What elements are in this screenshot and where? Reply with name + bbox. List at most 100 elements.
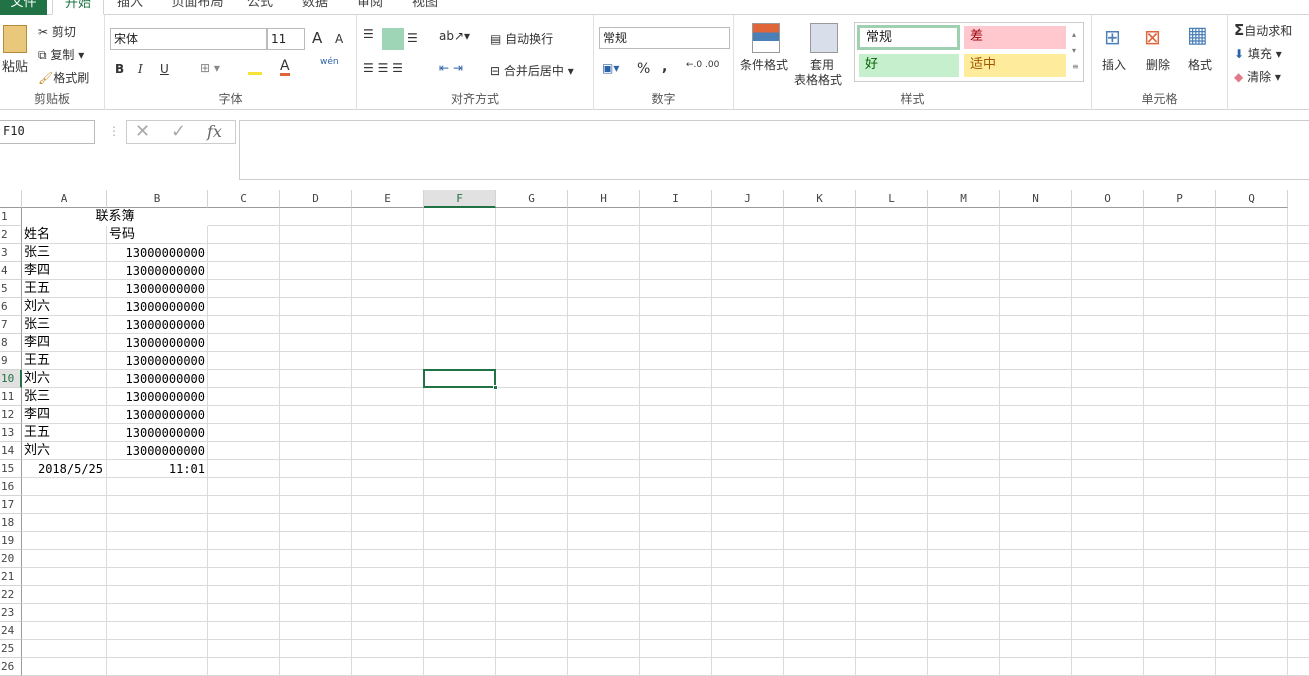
tab-4[interactable]: 公式 (235, 0, 285, 15)
column-header-A[interactable]: A (22, 190, 107, 208)
column-header-Q[interactable]: Q (1216, 190, 1288, 208)
row-header[interactable]: 24 (0, 622, 22, 640)
paste-button[interactable]: 粘贴 (2, 56, 28, 75)
format-painter-button[interactable]: 🖌格式刷 (38, 69, 89, 86)
row-header[interactable]: 2 (0, 226, 22, 244)
italic-button[interactable]: I (138, 62, 143, 76)
cell-a[interactable]: 张三 (24, 244, 106, 262)
row-header[interactable]: 19 (0, 532, 22, 550)
font-color-button[interactable]: A (280, 59, 290, 76)
top-align-button[interactable]: ☰ (363, 27, 374, 41)
conditional-format-button[interactable]: 条件格式 (740, 56, 788, 73)
copy-button[interactable]: ⧉ 复制 ▾ (38, 46, 84, 63)
shrink-font-button[interactable]: A (335, 32, 343, 46)
row-header[interactable]: 13 (0, 424, 22, 442)
column-header-B[interactable]: B (107, 190, 208, 208)
cell-a[interactable]: 王五 (24, 280, 106, 298)
cell-a[interactable]: 李四 (24, 334, 106, 352)
insert-function-button[interactable]: fx (207, 122, 222, 141)
fill-button[interactable]: ⬇ 填充 ▾ (1234, 45, 1282, 62)
indent-buttons[interactable]: ⇤ ⇥ (439, 61, 463, 75)
row-header[interactable]: 21 (0, 568, 22, 586)
row-header[interactable]: 6 (0, 298, 22, 316)
wrap-text-button[interactable]: ▤ 自动换行 (490, 30, 553, 47)
row-header[interactable]: 9 (0, 352, 22, 370)
row-header[interactable]: 3 (0, 244, 22, 262)
cell-b[interactable]: 13000000000 (109, 262, 207, 280)
row-header[interactable]: 20 (0, 550, 22, 568)
row-header[interactable]: 26 (0, 658, 22, 676)
cell-a[interactable]: 刘六 (24, 370, 106, 388)
delete-button[interactable]: 删除 (1146, 56, 1170, 73)
bold-button[interactable]: B (115, 62, 124, 76)
merge-center-button[interactable]: ⊟ 合并后居中 ▾ (490, 62, 574, 79)
column-header-K[interactable]: K (784, 190, 856, 208)
cell-b[interactable]: 13000000000 (109, 244, 207, 262)
row-header[interactable]: 4 (0, 262, 22, 280)
sheet-title-cell[interactable]: 联系簿 (22, 208, 208, 226)
column-header-F[interactable]: F (424, 190, 496, 208)
row-header[interactable]: 8 (0, 334, 22, 352)
cell-b[interactable]: 13000000000 (109, 424, 207, 442)
style-bad[interactable]: 差 (964, 26, 1066, 49)
cell-a[interactable]: 张三 (24, 388, 106, 406)
column-header-E[interactable]: E (352, 190, 424, 208)
row-header[interactable]: 12 (0, 406, 22, 424)
phonetic-button[interactable]: wén (320, 57, 339, 67)
column-header-D[interactable]: D (280, 190, 352, 208)
style-normal[interactable]: 常规 (857, 25, 960, 50)
column-header-L[interactable]: L (856, 190, 928, 208)
style-good[interactable]: 好 (859, 54, 959, 77)
cell-a[interactable]: 王五 (24, 424, 106, 442)
row-header[interactable]: 23 (0, 604, 22, 622)
align-left-button[interactable]: ☰ ☰ ☰ (363, 61, 403, 75)
row-header[interactable]: 16 (0, 478, 22, 496)
row-header[interactable]: 10 (0, 370, 22, 388)
tab-5[interactable]: 数据 (290, 0, 340, 15)
tab-1[interactable]: 开始 (52, 0, 104, 15)
style-neutral[interactable]: 适中 (964, 54, 1066, 77)
cell-b[interactable]: 13000000000 (109, 280, 207, 298)
middle-align-button[interactable] (382, 28, 404, 50)
number-format-select[interactable]: 常规 (599, 27, 730, 49)
row-header[interactable]: 17 (0, 496, 22, 514)
gallery-scroll[interactable]: ▴ ▾ ≡ (1072, 27, 1079, 75)
fill-handle[interactable] (493, 385, 498, 390)
row-header[interactable]: 25 (0, 640, 22, 658)
cell-a[interactable]: 刘六 (24, 298, 106, 316)
row-header[interactable]: 18 (0, 514, 22, 532)
column-header-H[interactable]: H (568, 190, 640, 208)
bottom-align-button[interactable]: ☰ (407, 31, 418, 45)
cut-button[interactable]: ✂ 剪切 (38, 23, 76, 40)
currency-button[interactable]: ▣▾ (602, 61, 619, 75)
row-header[interactable]: 15 (0, 460, 22, 478)
border-button[interactable]: ⊞ ▾ (200, 61, 220, 75)
font-size-select[interactable]: 11 (267, 28, 305, 50)
grow-font-button[interactable]: A (312, 29, 322, 47)
underline-button[interactable]: U (160, 62, 169, 76)
format-button[interactable]: 格式 (1188, 56, 1212, 73)
row-header[interactable]: 7 (0, 316, 22, 334)
column-header-P[interactable]: P (1144, 190, 1216, 208)
orientation-button[interactable]: ab↗▾ (439, 29, 470, 43)
column-header-I[interactable]: I (640, 190, 712, 208)
cell-a[interactable]: 李四 (24, 262, 106, 280)
cell-b[interactable]: 13000000000 (109, 352, 207, 370)
tab-7[interactable]: 视图 (400, 0, 450, 15)
percent-button[interactable]: % (637, 61, 650, 77)
row-header[interactable]: 5 (0, 280, 22, 298)
comma-button[interactable]: , (662, 59, 667, 75)
cancel-icon[interactable]: ✕ (135, 121, 150, 142)
cell-b[interactable]: 号码 (109, 226, 207, 244)
decimal-buttons[interactable]: ←.0 .00 (686, 60, 719, 70)
cell-b[interactable]: 13000000000 (109, 334, 207, 352)
tab-0[interactable]: 文件 (0, 0, 47, 15)
font-name-select[interactable]: 宋体 (110, 28, 267, 50)
cell-a[interactable]: 李四 (24, 406, 106, 424)
autosum-button[interactable]: Σ自动求和 (1234, 21, 1292, 39)
selected-cell[interactable] (423, 369, 496, 388)
column-header-C[interactable]: C (208, 190, 280, 208)
cell-b[interactable]: 13000000000 (109, 316, 207, 334)
enter-icon[interactable]: ✓ (171, 121, 186, 142)
row-header[interactable]: 14 (0, 442, 22, 460)
